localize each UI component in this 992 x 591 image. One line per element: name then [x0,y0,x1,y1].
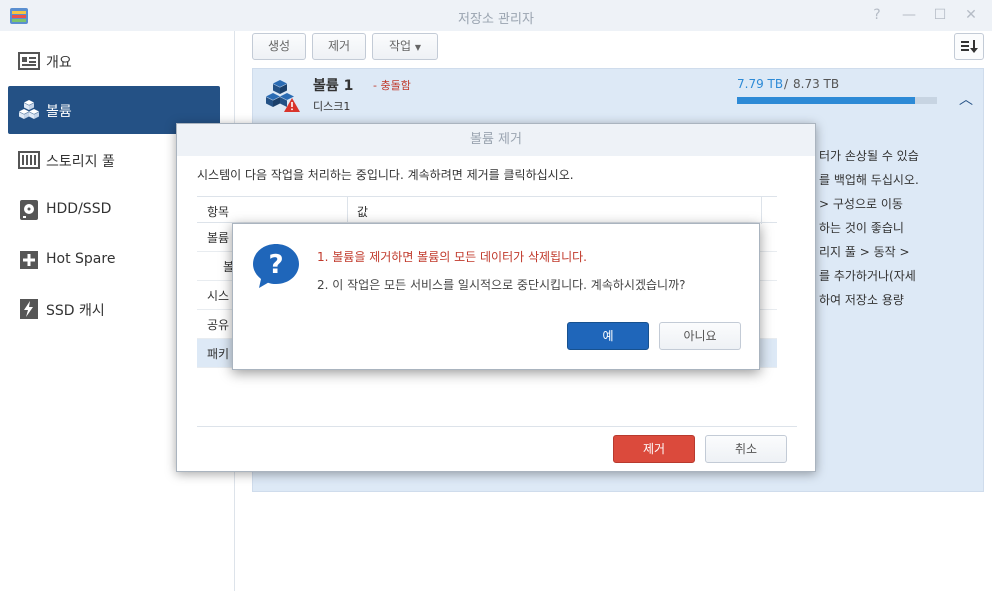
collapse-chevron-icon[interactable]: ︿ [959,89,973,109]
volume-status-label: 충돌함 [380,79,411,92]
volume-status-separator: - [373,79,377,92]
volume-info-text: 리지 풀 > 동작 > [819,245,910,259]
column-divider [347,197,348,224]
disk-icon [20,200,38,220]
table-cell: 패키 [207,347,230,361]
volume-icon [19,100,39,119]
confirm-message-2: 2. 이 작업은 모든 서비스를 일시적으로 중단시킵니다. 계속하시겠습니까? [317,278,686,292]
dialog-description: 시스템이 다음 작업을 처리하는 중입니다. 계속하려면 제거를 클릭하십시오. [197,168,574,182]
table-cell: 공유 [207,318,230,332]
close-icon[interactable]: ✕ [962,6,980,24]
hot-spare-icon [20,251,38,269]
yes-button[interactable]: 예 [567,322,649,350]
maximize-icon[interactable]: ☐ [931,6,949,24]
column-header-value[interactable]: 값 [357,203,368,220]
question-icon: ? [253,244,299,288]
sidebar-item-label: SSD 캐시 [46,303,105,319]
capacity-bar [737,97,937,104]
create-button[interactable]: 생성 [252,33,306,60]
capacity-separator: / [784,77,789,91]
action-menu-button[interactable]: 작업 ▼ [372,33,438,60]
dialog-title: 볼륨 제거 [177,124,815,156]
action-menu-label: 작업 [388,39,412,53]
dialog-footer-divider [197,426,797,427]
overview-icon [18,52,40,70]
capacity-bar-fill [737,97,916,104]
table-header: 항목 값 [197,196,777,224]
volume-info-text: 터가 손상될 수 있습 [819,149,919,163]
volume-info-text: 하여 저장소 용량 [819,293,904,307]
cancel-button[interactable]: 취소 [705,435,787,463]
column-divider [761,197,762,224]
sidebar-item-label: Hot Spare [46,251,116,267]
help-icon[interactable]: ? [868,6,886,24]
volume-crashed-icon [266,80,300,112]
volume-subtitle: 디스크1 [313,100,351,113]
capacity-used: 7.79 TB [737,77,784,91]
title-bar: 저장소 관리자 ? — ☐ ✕ [0,0,992,31]
sidebar-item-label: 스토리지 풀 [46,154,115,170]
confirm-dialog: ? 1. 볼륨을 제거하면 볼륨의 모든 데이터가 삭제됩니다. 2. 이 작업… [232,223,760,370]
sidebar-item-label: 개요 [46,55,72,71]
volume-status: - 충돌함 [373,77,411,93]
capacity-total: 8.73 TB [793,77,840,91]
volume-info-text: 를 백업해 두십시오. [819,173,919,187]
sort-icon [961,40,978,53]
sort-button[interactable] [954,33,984,60]
volume-info-text: 를 추가하거나(자세 [819,269,916,283]
window-title: 저장소 관리자 [458,12,534,27]
volume-info-text: > 구성으로 이동 [819,197,903,211]
chevron-down-icon: ▼ [414,43,422,52]
volume-info-text: 하는 것이 좋습니 [819,221,904,235]
table-cell: 볼륨 [207,231,230,245]
storage-pool-icon [18,151,40,169]
ssd-cache-icon [20,299,38,319]
confirm-remove-button[interactable]: 제거 [613,435,695,463]
volume-name: 볼륨 1 [313,78,354,94]
table-cell: 시스 [207,289,230,303]
remove-button[interactable]: 제거 [312,33,366,60]
minimize-icon[interactable]: — [900,6,918,24]
sidebar-item-label: 볼륨 [46,104,72,120]
confirm-message-1: 1. 볼륨을 제거하면 볼륨의 모든 데이터가 삭제됩니다. [317,250,587,264]
svg-text:?: ? [268,250,283,280]
sidebar-item-label: HDD/SSD [46,201,112,217]
no-button[interactable]: 아니요 [659,322,741,350]
sidebar-item-overview[interactable]: 개요 [8,37,220,85]
column-header-item[interactable]: 항목 [207,203,229,220]
